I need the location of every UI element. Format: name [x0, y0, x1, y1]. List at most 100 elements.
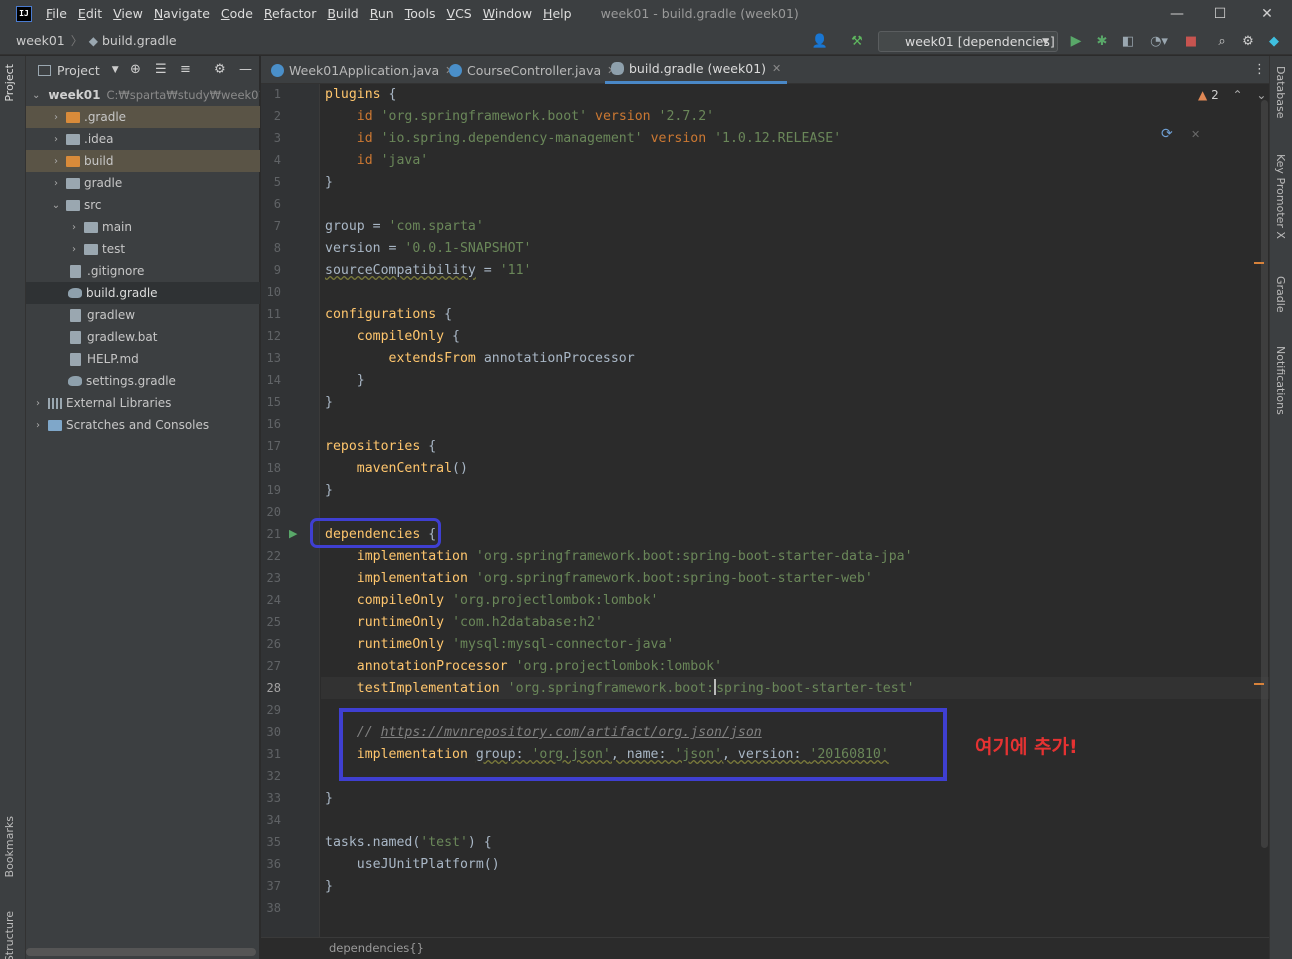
minimize-icon[interactable]: — — [1154, 0, 1200, 27]
menu-build[interactable]: Build — [323, 6, 365, 21]
tool-tab-key-promoter[interactable]: Key Promoter X — [1274, 154, 1287, 239]
menu-navigate[interactable]: Navigate — [150, 6, 217, 21]
search-icon[interactable]: ⌕ — [1212, 31, 1232, 51]
menu-code[interactable]: Code — [217, 6, 260, 21]
breadcrumb-file[interactable]: build.gradle — [102, 33, 177, 48]
tree-item[interactable]: › External Libraries — [26, 392, 260, 414]
coverage-icon[interactable]: ◧ — [1118, 31, 1138, 51]
menu-file[interactable]: File — [42, 6, 74, 21]
menu-refactor[interactable]: Refactor — [260, 6, 323, 21]
close-window-icon[interactable]: ✕ — [1244, 0, 1290, 27]
run-configuration-select[interactable]: week01 [dependencies] ▼ — [878, 31, 1058, 52]
tree-item[interactable]: ⌄ src — [26, 194, 260, 216]
tree-root[interactable]: ⌄ week01 C:₩sparta₩study₩week01 — [26, 84, 260, 106]
tree-item[interactable]: build.gradle — [26, 282, 260, 304]
warning-count: 2 — [1211, 88, 1219, 102]
tree-root-label: week01 — [48, 88, 101, 102]
horizontal-scrollbar[interactable] — [26, 948, 256, 956]
user-icon[interactable]: 👤 — [806, 31, 834, 51]
menu-tools[interactable]: Tools — [401, 6, 443, 21]
menu-window[interactable]: Window — [479, 6, 539, 21]
tab-week01-application[interactable]: Week01Application.java ✕ — [271, 56, 454, 84]
intellij-logo-icon[interactable]: IJ — [16, 5, 32, 22]
profile-icon[interactable]: ◔▾ — [1142, 31, 1176, 51]
line-number: 21 — [266, 527, 281, 541]
vertical-scrollbar[interactable] — [1261, 100, 1268, 848]
hide-icon[interactable]: — — [239, 62, 252, 77]
tool-tab-gradle[interactable]: Gradle — [1274, 276, 1287, 313]
breadcrumb-separator: 〉 — [70, 34, 83, 48]
breadcrumb-project[interactable]: week01 — [16, 33, 65, 48]
chevron-down-icon[interactable]: ▼ — [112, 65, 119, 75]
tree-item[interactable]: HELP.md — [26, 348, 260, 370]
tool-tab-project[interactable]: Project — [3, 64, 16, 102]
tree-item[interactable]: › Scratches and Consoles — [26, 414, 260, 436]
tool-tab-database[interactable]: Database — [1274, 66, 1287, 119]
debug-icon[interactable]: ✱ — [1092, 31, 1112, 51]
menu-help[interactable]: Help — [539, 6, 579, 21]
run-icon[interactable]: ▶ — [1066, 31, 1086, 51]
tree-item[interactable]: › .idea — [26, 128, 260, 150]
tab-build-gradle[interactable]: build.gradle (week01) ✕ — [605, 56, 788, 84]
code-editor[interactable]: plugins { id 'org.springframework.boot' … — [310, 84, 1269, 937]
gear-icon[interactable]: ⚙ — [214, 62, 226, 77]
locate-icon[interactable]: ⊕ — [130, 62, 141, 77]
close-icon[interactable]: ✕ — [772, 62, 781, 75]
menu-edit[interactable]: Edit — [74, 6, 109, 21]
collapse-all-icon[interactable]: ≡ — [180, 62, 191, 77]
code-line: compileOnly { — [356, 329, 460, 344]
editor-breadcrumb[interactable]: dependencies{} — [329, 941, 424, 955]
tree-item[interactable]: gradlew.bat — [26, 326, 260, 348]
close-icon[interactable]: ✕ — [1191, 128, 1200, 141]
gradle-reload-icon[interactable]: ⟳ — [1161, 126, 1173, 142]
menu-run[interactable]: Run — [366, 6, 401, 21]
chevron-up-icon[interactable]: ⌃ — [1233, 88, 1243, 102]
tree-item[interactable]: › gradle — [26, 172, 260, 194]
run-gutter-icon[interactable]: ▶ — [289, 527, 297, 540]
tree-item[interactable]: .gitignore — [26, 260, 260, 282]
text-file-icon — [70, 330, 81, 344]
maximize-icon[interactable]: ☐ — [1197, 0, 1243, 27]
warning-stripe-mark[interactable] — [1254, 262, 1264, 264]
tab-course-controller[interactable]: CourseController.java ✕ — [449, 56, 616, 84]
line-number: 2 — [273, 109, 281, 123]
expand-all-icon[interactable]: ☰ — [155, 62, 167, 77]
code-line: compileOnly 'org.projectlombok:lombok' — [356, 593, 659, 608]
toolbox-icon[interactable]: ◆ — [1264, 31, 1284, 51]
tool-tab-notifications[interactable]: Notifications — [1274, 346, 1287, 415]
gear-icon[interactable]: ⚙ — [1238, 31, 1258, 51]
line-number: 7 — [273, 219, 281, 233]
tree-item[interactable]: › build — [26, 150, 260, 172]
tool-tab-structure[interactable]: Structure — [3, 911, 16, 959]
code-line: id 'java' — [356, 153, 429, 168]
line-number: 29 — [266, 703, 281, 717]
code-line: version = '0.0.1-SNAPSHOT' — [325, 241, 532, 256]
tree-item[interactable]: › .gradle — [26, 106, 260, 128]
tool-tab-bookmarks[interactable]: Bookmarks — [3, 816, 16, 877]
line-number: 11 — [266, 307, 281, 321]
line-number: 30 — [266, 725, 281, 739]
tree-item[interactable]: settings.gradle — [26, 370, 260, 392]
line-number: 1 — [273, 87, 281, 101]
tree-item[interactable]: › test — [26, 238, 260, 260]
warning-stripe-mark[interactable] — [1254, 683, 1264, 685]
tree-item[interactable]: › main — [26, 216, 260, 238]
menu-vcs[interactable]: VCS — [443, 6, 479, 21]
stop-icon[interactable]: ■ — [1182, 31, 1200, 51]
line-number: 37 — [266, 879, 281, 893]
tree-item[interactable]: gradlew — [26, 304, 260, 326]
line-number: 10 — [266, 285, 281, 299]
folder-icon — [66, 199, 80, 211]
build-hammer-icon[interactable]: ⚒ — [846, 31, 868, 51]
line-number: 25 — [266, 615, 281, 629]
more-tabs-icon[interactable]: ⋮ — [1253, 62, 1266, 77]
project-view-select[interactable]: Project — [57, 63, 100, 78]
chevron-down-icon: ⌄ — [32, 89, 41, 101]
line-number: 26 — [266, 637, 281, 651]
line-number: 3 — [273, 131, 281, 145]
line-number: 12 — [266, 329, 281, 343]
tree-item-label: build — [84, 154, 114, 168]
window-title: week01 - build.gradle (week01) — [600, 6, 799, 21]
warnings-indicator[interactable]: ▲ 2 ⌃ ⌄ — [1198, 88, 1266, 102]
menu-view[interactable]: View — [109, 6, 150, 21]
